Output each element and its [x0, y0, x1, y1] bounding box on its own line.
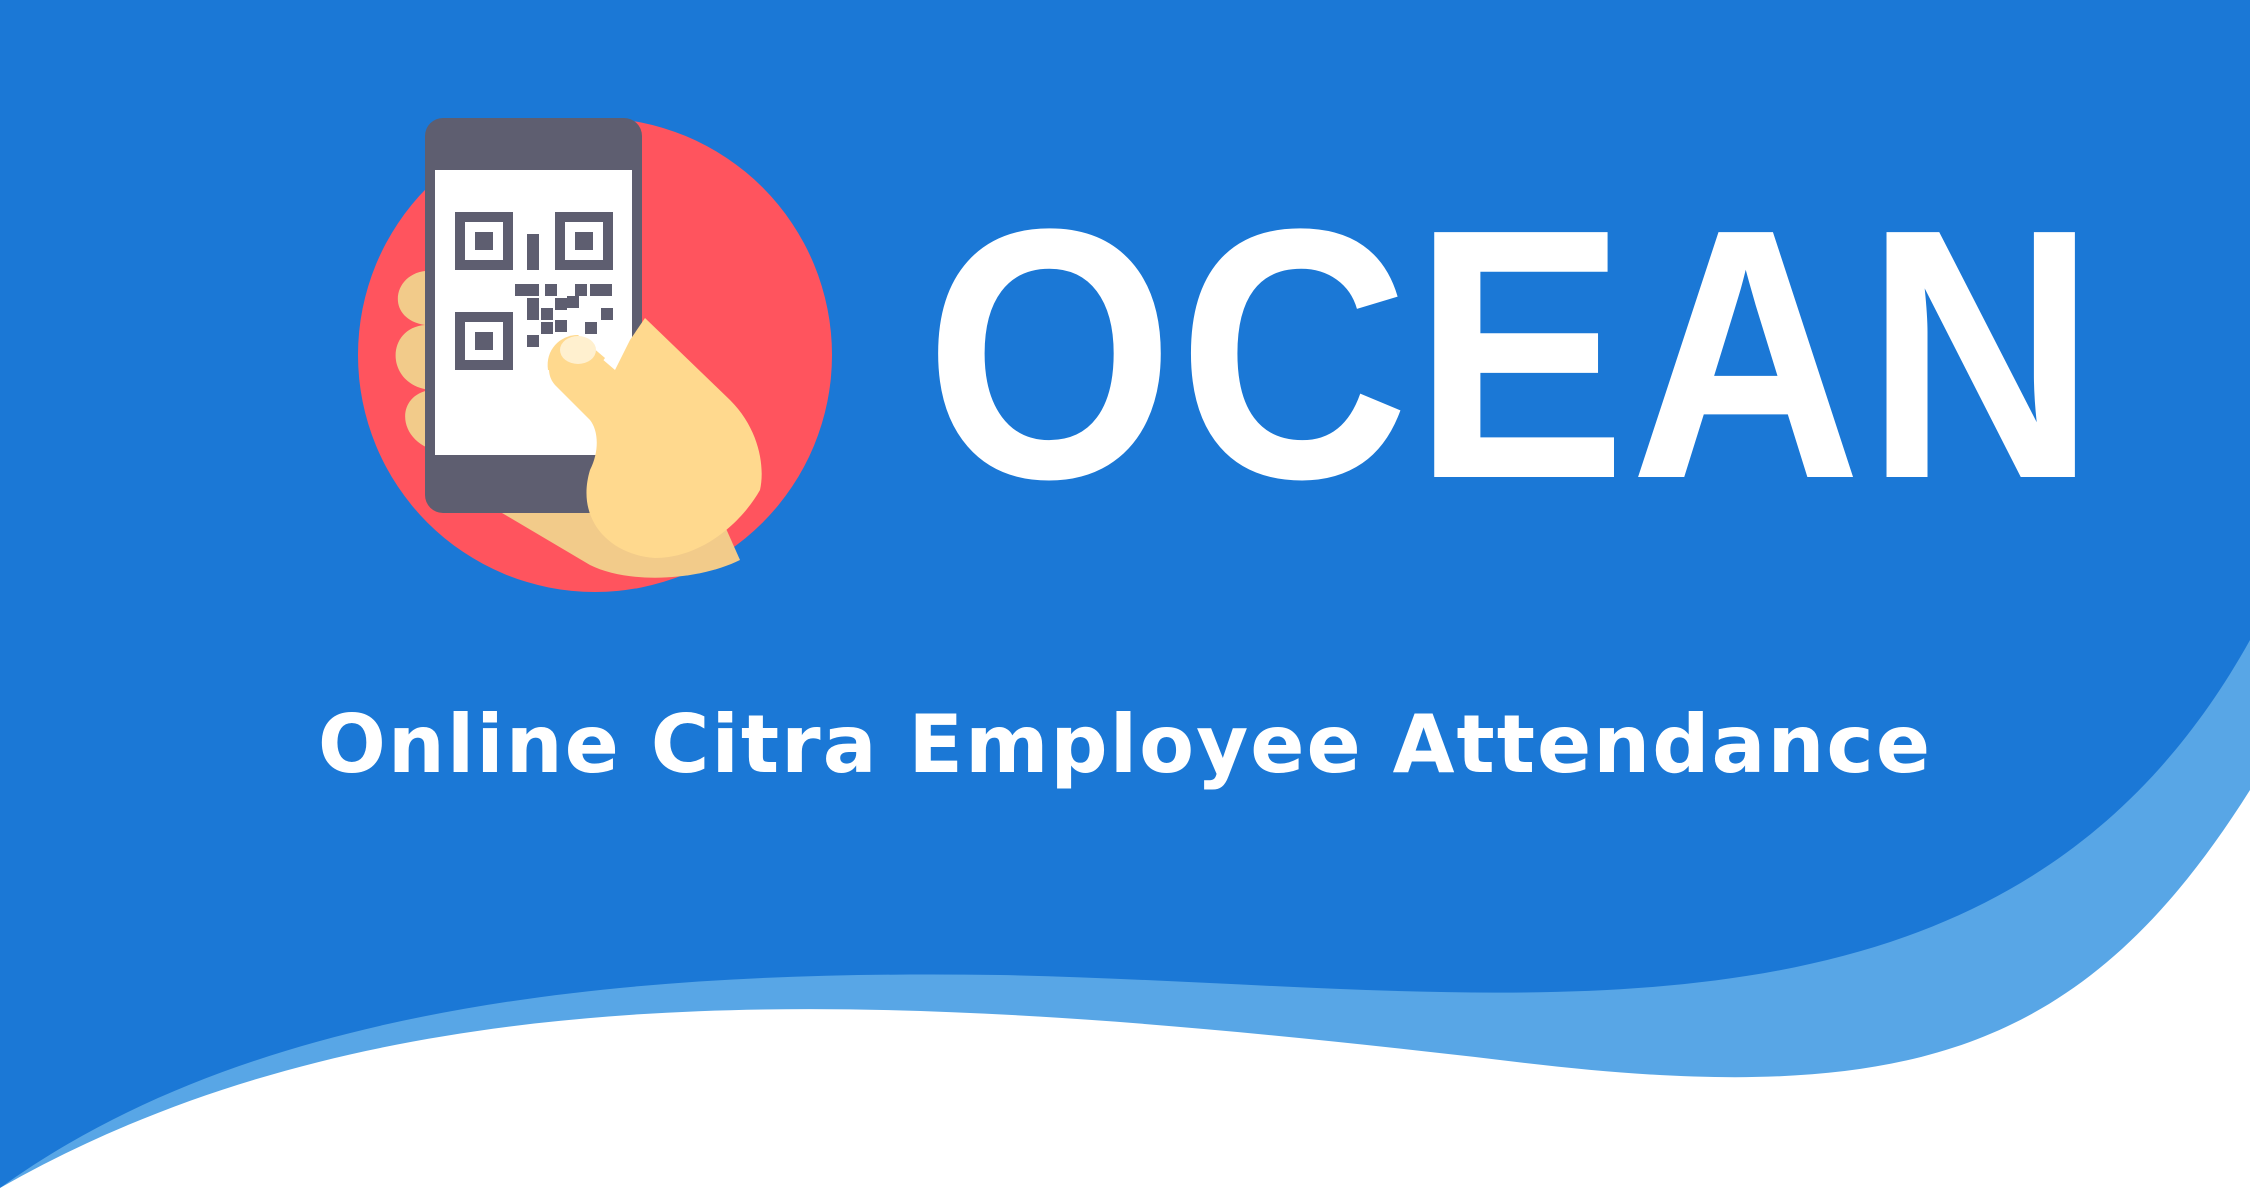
app-subtitle: Online Citra Employee Attendance	[317, 698, 1933, 791]
phone-qr-scan-icon	[358, 118, 832, 592]
app-title: OCEAN	[925, 156, 2101, 553]
banner: OCEAN Online Citra Employee Attendance	[0, 0, 2250, 1188]
